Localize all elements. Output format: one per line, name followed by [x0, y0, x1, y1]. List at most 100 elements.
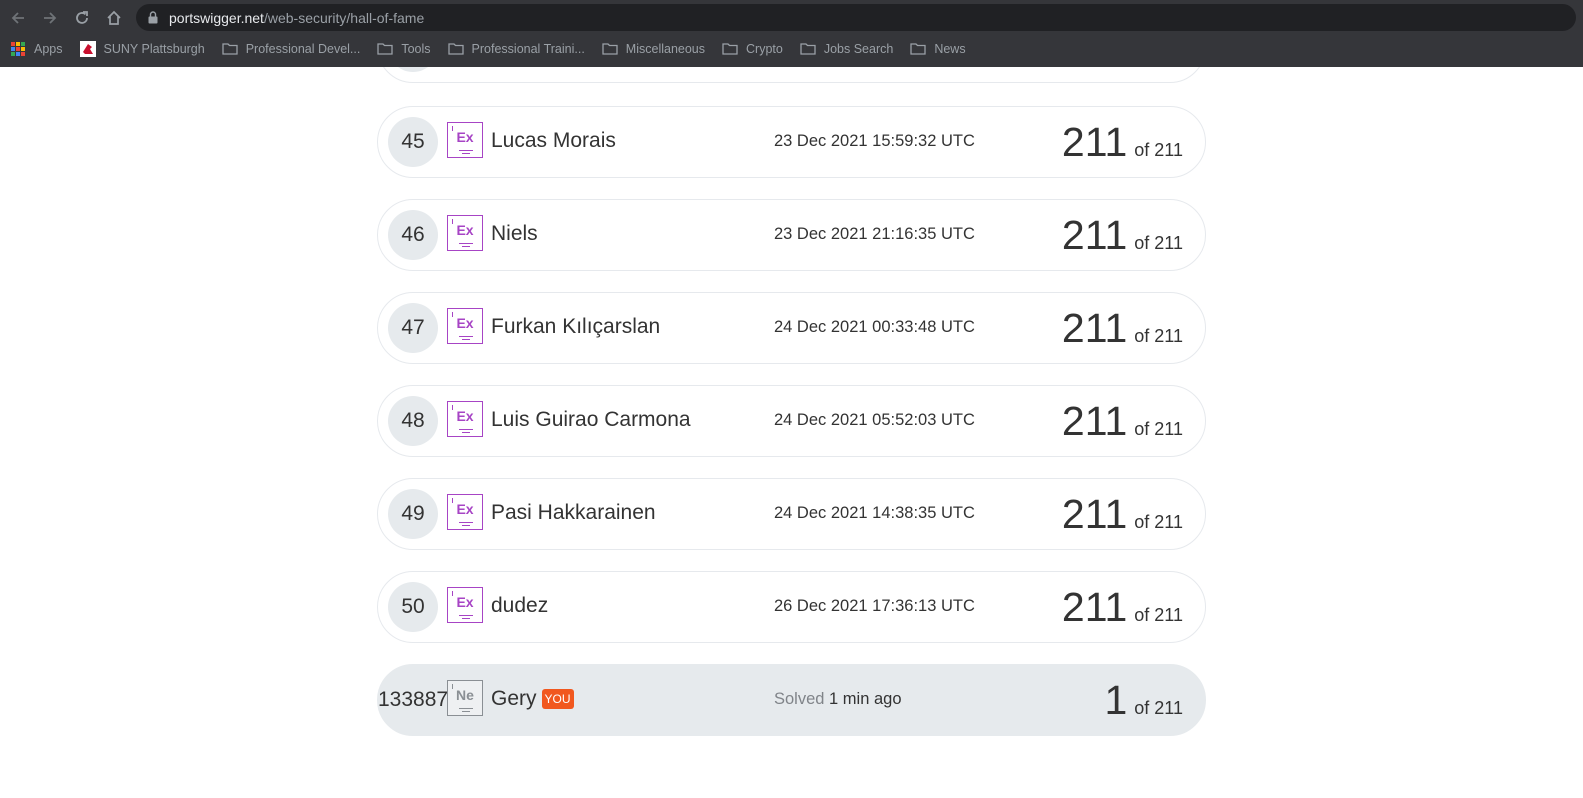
- bookmark-label: Crypto: [746, 41, 783, 56]
- completion-time: 26 Dec 2021 17:36:13 UTC: [774, 597, 975, 615]
- rank-number: 133887: [378, 688, 449, 711]
- leaderboard-row: 46 Ex Niels 23 Dec 2021 21:16:35 UTC 211…: [377, 199, 1206, 271]
- score: 211 of 211: [1062, 398, 1183, 444]
- leaderboard-row: 47 Ex Furkan Kılıçarslan 24 Dec 2021 00:…: [377, 292, 1206, 364]
- apps-grid-icon: [10, 41, 26, 56]
- lock-icon: [148, 11, 160, 25]
- score-total: of 211: [1134, 419, 1183, 439]
- completion-time: 24 Dec 2021 00:33:48 UTC: [774, 318, 975, 336]
- bookmark-folder-jobs-search[interactable]: Jobs Search: [800, 42, 893, 56]
- score-value: 211: [1061, 584, 1128, 630]
- score-total: of 211: [1134, 233, 1183, 253]
- rank-number: 48: [388, 396, 438, 446]
- browser-toolbar: portswigger.net/web-security/hall-of-fam…: [0, 0, 1583, 35]
- score: 211 of 211: [1062, 305, 1183, 351]
- reload-icon[interactable]: [66, 2, 98, 34]
- completion-time: 24 Dec 2021 14:38:35 UTC: [774, 504, 975, 522]
- score-total: of 211: [1134, 326, 1183, 346]
- bookmark-label: Professional Devel...: [245, 41, 361, 56]
- score: 1 of 211: [1104, 677, 1183, 723]
- back-icon[interactable]: [2, 2, 34, 34]
- score: 211 of 211: [1062, 212, 1183, 258]
- folder-icon: [447, 42, 464, 56]
- score-total: of 211: [1134, 140, 1183, 160]
- completion-time: 23 Dec 2021 21:16:35 UTC: [774, 225, 975, 243]
- user-name: Luis Guirao Carmona: [491, 408, 691, 431]
- rank-circle: [388, 67, 438, 72]
- score-value: 211: [1061, 398, 1128, 444]
- bookmark-folder-miscellaneous[interactable]: Miscellaneous: [602, 42, 705, 56]
- score: 211 of 211: [1062, 119, 1183, 165]
- rank-number: 46: [388, 210, 438, 260]
- score: 211 of 211: [1062, 584, 1183, 630]
- expert-badge-icon: Ex: [447, 401, 483, 437]
- score-total: of 211: [1134, 512, 1183, 532]
- bookmark-label: Miscellaneous: [625, 41, 706, 56]
- bookmark-apps[interactable]: Apps: [10, 41, 63, 56]
- leaderboard-row: 48 Ex Luis Guirao Carmona 24 Dec 2021 05…: [377, 385, 1206, 457]
- bookmark-label: Tools: [401, 41, 431, 56]
- user-name: Furkan Kılıçarslan: [491, 315, 661, 338]
- score-value: 211: [1061, 305, 1128, 351]
- expert-badge-icon: Ex: [447, 494, 483, 530]
- score: 211 of 211: [1062, 491, 1183, 537]
- bookmark-label: SUNY Plattsburgh: [103, 41, 205, 56]
- bookmark-label: Professional Traini...: [471, 41, 585, 56]
- score-value: 1: [1104, 677, 1128, 723]
- expert-badge-icon: Ex: [447, 308, 483, 344]
- completion-time: 24 Dec 2021 05:52:03 UTC: [774, 411, 975, 429]
- home-icon[interactable]: [98, 2, 130, 34]
- rank-number: 45: [388, 117, 438, 167]
- you-badge: YOU: [541, 689, 574, 709]
- user-name: dudez: [491, 594, 549, 617]
- score-total: of 211: [1134, 698, 1183, 718]
- address-bar[interactable]: portswigger.net/web-security/hall-of-fam…: [136, 4, 1576, 31]
- expert-badge-icon: Ex: [447, 122, 483, 158]
- rank-number: 49: [388, 489, 438, 539]
- leaderboard-row: 49 Ex Pasi Hakkarainen 24 Dec 2021 14:38…: [377, 478, 1206, 550]
- expert-badge-icon: Ex: [447, 215, 483, 251]
- rank-number: 50: [388, 582, 438, 632]
- rank-number: 47: [388, 303, 438, 353]
- folder-icon: [377, 42, 394, 56]
- cardinal-favicon-icon: [79, 40, 96, 57]
- folder-icon: [910, 42, 926, 56]
- user-name: Niels: [491, 222, 538, 245]
- bookmark-label: Jobs Search: [823, 41, 894, 56]
- bookmark-folder-crypto[interactable]: Crypto: [722, 42, 783, 56]
- user-name: Pasi Hakkarainen: [491, 501, 656, 524]
- user-name-text: Gery: [491, 687, 537, 710]
- bookmarks-bar: Apps SUNY Plattsburgh Professional Devel…: [0, 35, 1583, 62]
- solved-status: Solved 1 min ago: [774, 690, 902, 709]
- browser-chrome: portswigger.net/web-security/hall-of-fam…: [0, 0, 1583, 67]
- bookmark-folder-news[interactable]: News: [910, 41, 966, 56]
- folder-icon: [222, 42, 238, 56]
- user-name: Gery YOU: [491, 687, 574, 711]
- score-value: 211: [1061, 491, 1128, 537]
- bookmark-suny-plattsburgh[interactable]: SUNY Plattsburgh: [79, 40, 205, 57]
- leaderboard-row: 45 Ex Lucas Morais 23 Dec 2021 15:59:32 …: [377, 106, 1206, 178]
- folder-icon: [800, 42, 816, 56]
- solved-time: 1 min ago: [829, 690, 902, 708]
- solved-label: Solved: [774, 690, 825, 708]
- bookmark-label: News: [934, 41, 966, 56]
- current-user-row: 133887 Ne Gery YOU Solved 1 min ago 1 of 2…: [377, 664, 1206, 736]
- leaderboard-row-partial: [377, 67, 1206, 83]
- leaderboard-row: 50 Ex dudez 26 Dec 2021 17:36:13 UTC 211…: [377, 571, 1206, 643]
- bookmark-folder-professional-training[interactable]: Professional Traini...: [447, 41, 585, 56]
- expert-badge-icon: Ex: [447, 587, 483, 623]
- score-total: of 211: [1134, 605, 1183, 625]
- bookmark-folder-tools[interactable]: Tools: [377, 41, 431, 56]
- user-name: Lucas Morais: [491, 129, 616, 152]
- folder-icon: [722, 42, 738, 56]
- bookmark-label: Apps: [34, 41, 63, 56]
- bookmark-folder-professional-development[interactable]: Professional Devel...: [222, 41, 361, 56]
- score-value: 211: [1061, 212, 1128, 258]
- url-path: /web-security/hall-of-fame: [263, 9, 425, 26]
- hall-of-fame-page: 45 Ex Lucas Morais 23 Dec 2021 15:59:32 …: [0, 67, 1583, 798]
- forward-icon[interactable]: [34, 2, 66, 34]
- url-host: portswigger.net: [169, 9, 264, 26]
- completion-time: 23 Dec 2021 15:59:32 UTC: [774, 132, 975, 150]
- score-value: 211: [1061, 119, 1128, 165]
- folder-icon: [602, 42, 618, 56]
